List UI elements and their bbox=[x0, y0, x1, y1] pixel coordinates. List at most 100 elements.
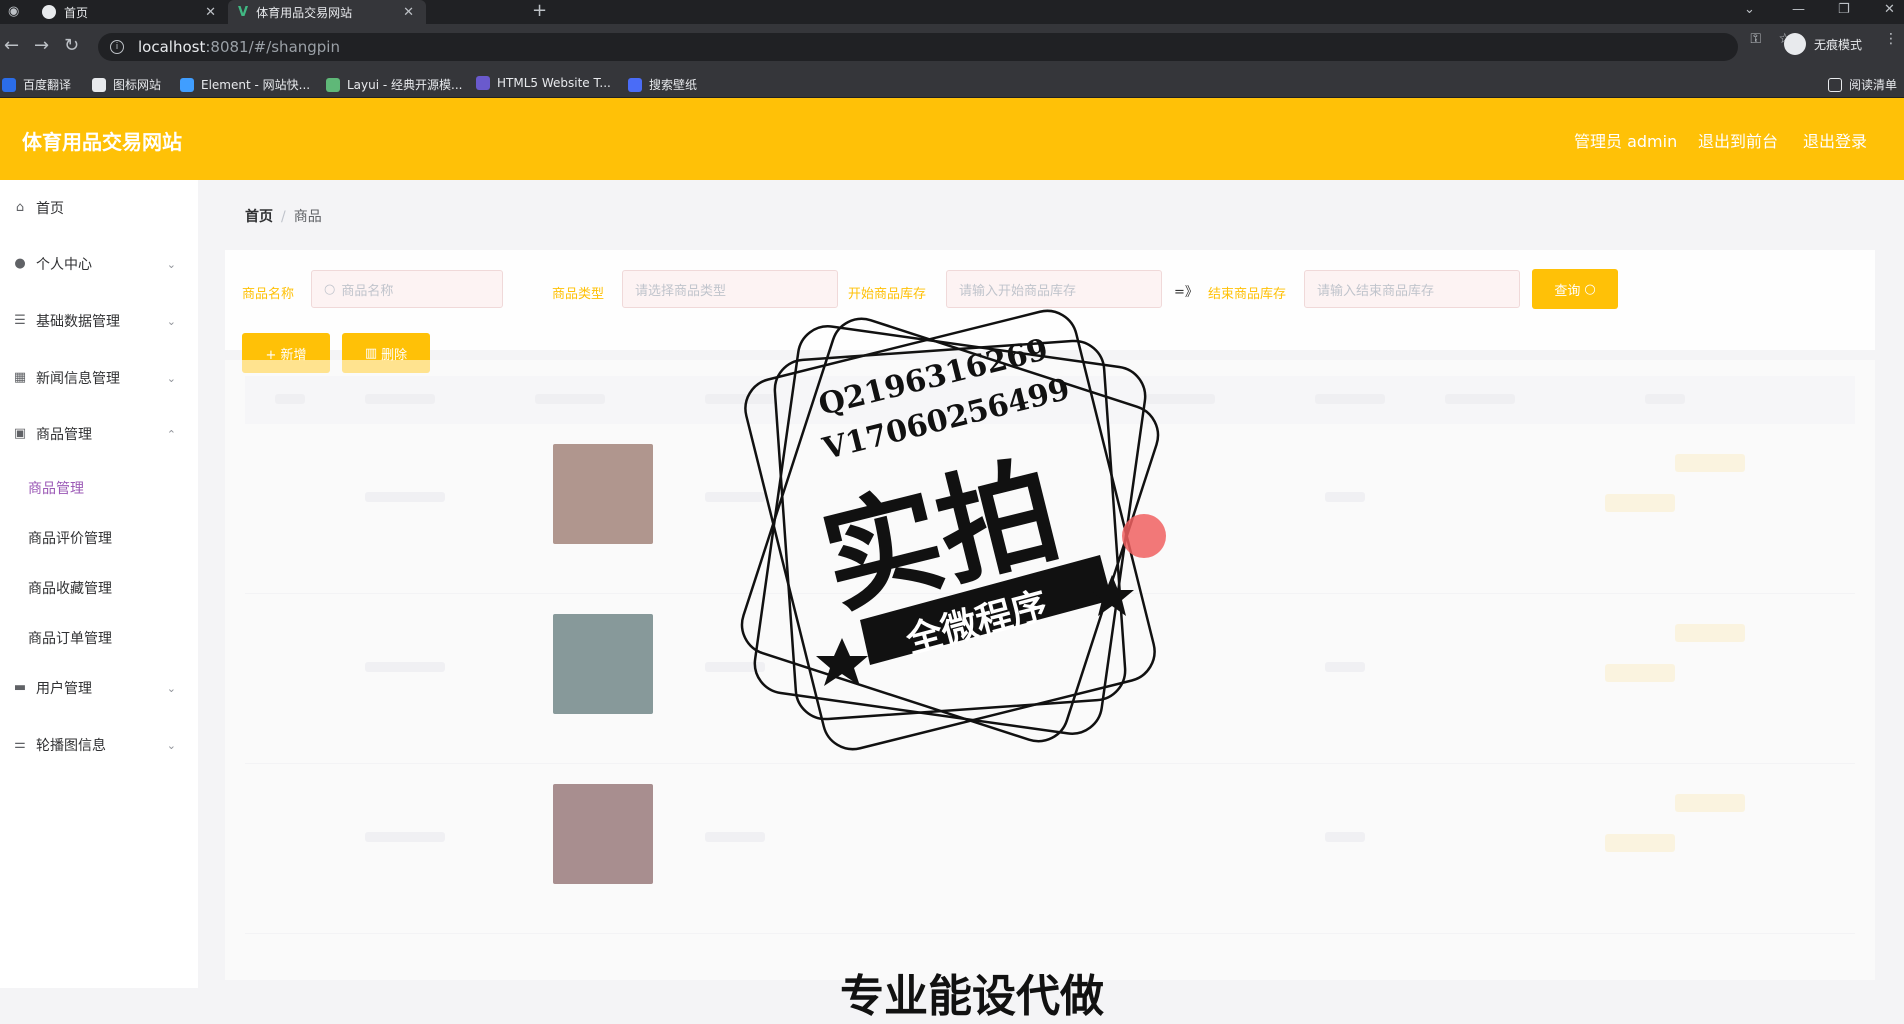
sidebar-item-carousel[interactable]: ⚌ 轮播图信息 ⌄ bbox=[0, 717, 198, 773]
reload-icon[interactable]: ↻ bbox=[64, 36, 79, 56]
site-title: 体育用品交易网站 bbox=[22, 130, 182, 154]
sidebar-item-profile[interactable]: ● 个人中心 ⌄ bbox=[0, 236, 198, 292]
goods-icon: ▣ bbox=[13, 426, 27, 441]
product-image bbox=[553, 444, 653, 544]
window-close-icon[interactable]: ✕ bbox=[1884, 2, 1895, 17]
incognito-indicator[interactable]: 无痕模式 bbox=[1784, 33, 1862, 55]
home-icon: ⌂ bbox=[15, 200, 25, 215]
element-icon bbox=[180, 77, 194, 92]
name-search-input[interactable]: ○ 商品名称 bbox=[311, 270, 503, 308]
table-header-cell bbox=[365, 394, 435, 404]
stock-end-label: 结束商品库存 bbox=[1208, 287, 1287, 302]
wallpaper-icon bbox=[628, 77, 642, 92]
tab-label: 体育用品交易网站 bbox=[256, 5, 353, 20]
bookmark-label: 搜索壁纸 bbox=[649, 78, 698, 92]
table-header-cell bbox=[1645, 394, 1685, 404]
cursor-indicator bbox=[1122, 514, 1166, 558]
sidebar-item-home[interactable]: ⌂ 首页 bbox=[0, 180, 198, 236]
user-label: 管理员 admin bbox=[1574, 132, 1678, 151]
globe-icon bbox=[42, 5, 56, 19]
address-bar[interactable]: i localhost:8081/#/shangpin bbox=[98, 33, 1738, 61]
row-action-button[interactable] bbox=[1605, 494, 1675, 512]
type-placeholder: 请选择商品类型 bbox=[635, 283, 727, 299]
bookmark-item[interactable]: HTML5 Website T... bbox=[476, 76, 611, 90]
sidebar-item-label: 个人中心 bbox=[36, 257, 92, 273]
row-action-button[interactable] bbox=[1675, 454, 1745, 472]
tab-home[interactable]: 首页 ✕ bbox=[32, 0, 228, 24]
breadcrumb-separator: / bbox=[281, 209, 286, 225]
row-action-button[interactable] bbox=[1675, 624, 1745, 642]
submenu-goods-review[interactable]: 商品评价管理 bbox=[28, 528, 112, 548]
sidebar-item-label: 新闻信息管理 bbox=[36, 371, 120, 387]
search-button[interactable]: 查询 ○ bbox=[1532, 269, 1618, 309]
bookmark-item[interactable]: 图标网站 bbox=[92, 76, 161, 93]
restore-icon[interactable]: ❐ bbox=[1838, 2, 1850, 17]
stock-end-placeholder: 请输入结束商品库存 bbox=[1317, 283, 1435, 299]
close-icon[interactable]: ✕ bbox=[205, 5, 216, 20]
key-icon[interactable]: ⚿ bbox=[1750, 31, 1761, 47]
tab-active[interactable]: V 体育用品交易网站 ✕ bbox=[228, 0, 426, 24]
tab-search-icon[interactable]: ⌄ bbox=[1744, 2, 1755, 17]
row-action-button[interactable] bbox=[1675, 794, 1745, 812]
sidebar: ⌂ 首页 ● 个人中心 ⌄ ☰ 基础数据管理 ⌄ ▦ 新闻信息管理 ⌄ ▣ 商品管理 ⌃ 商品管理… bbox=[0, 180, 198, 988]
flag-icon bbox=[92, 77, 106, 92]
table-row[interactable] bbox=[245, 764, 1855, 934]
sidebar-item-basic-data[interactable]: ☰ 基础数据管理 ⌄ bbox=[0, 293, 198, 349]
to-front-link[interactable]: 退出到前台 bbox=[1698, 128, 1778, 152]
submenu-goods-order[interactable]: 商品订单管理 bbox=[28, 628, 112, 648]
trash-icon: ▥ bbox=[364, 345, 378, 361]
chevron-up-icon: ⌃ bbox=[166, 427, 176, 441]
name-placeholder: 商品名称 bbox=[341, 283, 394, 299]
bookmark-item[interactable]: 搜索壁纸 bbox=[628, 76, 697, 93]
sidebar-item-label: 用户管理 bbox=[36, 681, 92, 697]
back-icon[interactable]: ← bbox=[4, 36, 19, 56]
table-header-cell bbox=[1315, 394, 1385, 404]
tab-strip: ◉ 首页 ✕ V 体育用品交易网站 ✕ + ⌄ — ❐ ✕ bbox=[0, 0, 1904, 24]
table-cell bbox=[1325, 832, 1365, 842]
bookmark-item[interactable]: 百度翻译 bbox=[2, 76, 71, 93]
table-cell bbox=[705, 832, 765, 842]
submenu-goods-manage[interactable]: 商品管理 bbox=[28, 478, 84, 498]
bookmark-item[interactable]: Element - 网站快... bbox=[180, 76, 310, 93]
sidebar-item-label: 商品管理 bbox=[36, 427, 92, 443]
table-cell bbox=[1325, 662, 1365, 672]
sidebar-item-news[interactable]: ▦ 新闻信息管理 ⌄ bbox=[0, 350, 198, 406]
minimize-icon[interactable]: — bbox=[1792, 2, 1805, 17]
stock-start-placeholder: 请输入开始商品库存 bbox=[959, 283, 1077, 299]
range-separator: =》 bbox=[1174, 285, 1198, 300]
reading-list[interactable]: 阅读清单 bbox=[1828, 76, 1897, 93]
translate-icon bbox=[2, 77, 16, 92]
tab-label: 首页 bbox=[64, 5, 89, 20]
sidebar-item-users[interactable]: ▬ 用户管理 ⌄ bbox=[0, 660, 198, 716]
table-header-cell bbox=[1445, 394, 1515, 404]
html5-icon bbox=[476, 76, 490, 90]
logout-link[interactable]: 退出登录 bbox=[1803, 128, 1867, 152]
top-header: 体育用品交易网站 管理员 admin 退出到前台 退出登录 bbox=[0, 98, 1904, 180]
menu-dots-icon[interactable]: ⋮ bbox=[1884, 31, 1898, 47]
breadcrumb-home[interactable]: 首页 bbox=[245, 209, 273, 225]
grid-icon: ▦ bbox=[13, 370, 27, 385]
info-icon[interactable]: i bbox=[110, 40, 124, 54]
table-cell bbox=[1325, 492, 1365, 502]
bookmark-item[interactable]: Layui - 经典开源模... bbox=[326, 76, 462, 93]
breadcrumb-current: 商品 bbox=[293, 209, 322, 225]
close-icon[interactable]: ✕ bbox=[403, 5, 414, 20]
row-action-button[interactable] bbox=[1605, 664, 1675, 682]
new-tab-icon[interactable]: + bbox=[532, 0, 547, 21]
incognito-label: 无痕模式 bbox=[1814, 37, 1863, 52]
table-header-cell bbox=[275, 394, 305, 404]
forward-icon[interactable]: → bbox=[34, 36, 49, 56]
layui-icon bbox=[326, 77, 340, 92]
stock-end-input[interactable]: 请输入结束商品库存 bbox=[1304, 270, 1520, 308]
chevron-down-icon: ⌄ bbox=[166, 371, 176, 385]
name-filter-label: 商品名称 bbox=[242, 287, 295, 302]
search-button-label: 查询 bbox=[1554, 283, 1581, 299]
browser-chrome: ◉ 首页 ✕ V 体育用品交易网站 ✕ + ⌄ — ❐ ✕ ← → ↻ i lo… bbox=[0, 0, 1904, 98]
submenu-goods-favorite[interactable]: 商品收藏管理 bbox=[28, 578, 112, 598]
sidebar-item-goods[interactable]: ▣ 商品管理 ⌃ bbox=[0, 406, 198, 462]
row-action-button[interactable] bbox=[1605, 834, 1675, 852]
bookmark-label: Element - 网站快... bbox=[201, 78, 311, 92]
table-header-cell bbox=[535, 394, 605, 404]
chevron-down-icon: ⌄ bbox=[166, 738, 176, 752]
url-host: localhost bbox=[138, 38, 206, 56]
